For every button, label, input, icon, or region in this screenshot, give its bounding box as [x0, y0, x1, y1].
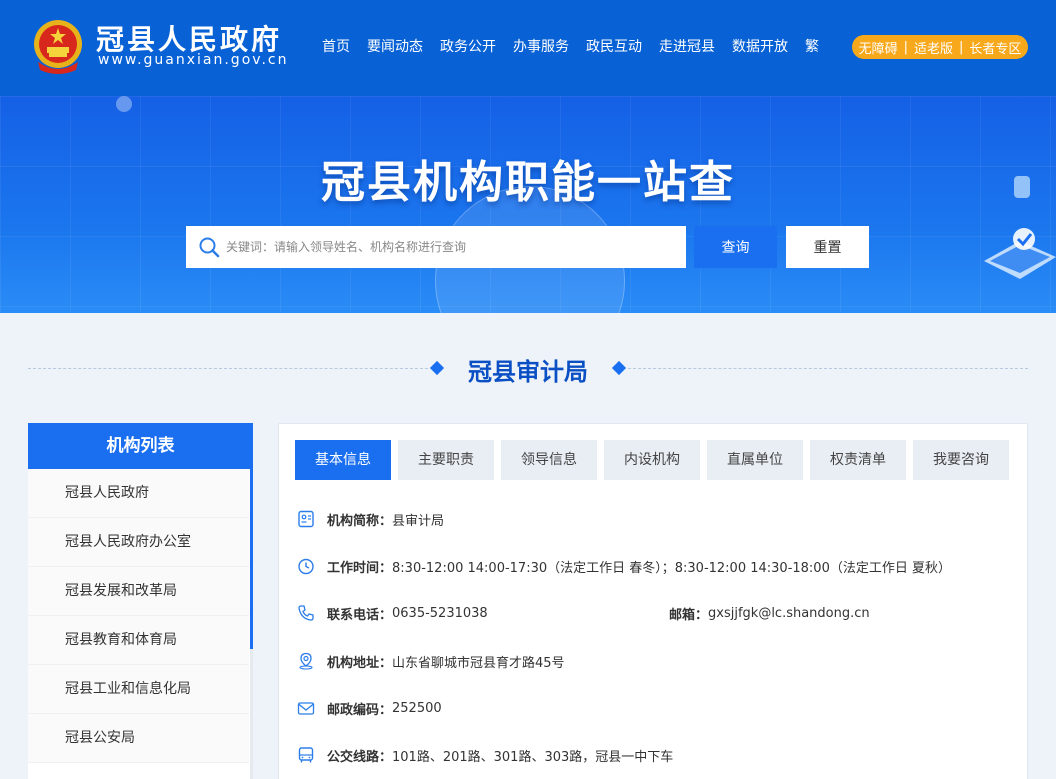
national-emblem-icon[interactable] [32, 18, 84, 74]
phone-icon [298, 605, 314, 621]
tab-power-list[interactable]: 权责清单 [810, 440, 906, 480]
list-item[interactable]: 冠县公安局 [28, 714, 249, 763]
nav-gov-affairs[interactable]: 政务公开 [440, 36, 496, 56]
list-item[interactable]: 冠县教育和体育局 [28, 616, 249, 665]
agency-detail-panel: 基本信息 主要职责 领导信息 内设机构 直属单位 权责清单 我要咨询 机构简称：… [278, 423, 1028, 779]
agency-list: 冠县人民政府 冠县人民政府办公室 冠县发展和改革局 冠县教育和体育局 冠县工业和… [28, 469, 253, 763]
separator: | [959, 39, 964, 55]
search-input[interactable] [226, 240, 666, 254]
section-title: 冠县审计局 [468, 358, 588, 386]
checkmark-device-icon [984, 228, 1056, 279]
nav-services[interactable]: 办事服务 [513, 36, 569, 56]
bus-icon [298, 747, 314, 763]
search-banner: 冠县机构职能一站查 查询 重置 [0, 96, 1056, 313]
list-item[interactable]: 冠县发展和改革局 [28, 567, 249, 616]
info-work-hours: 工作时间： 8:30-12:00 14:00-17:30（法定工作日 春冬）；8… [297, 555, 951, 577]
query-button[interactable]: 查询 [694, 226, 777, 268]
elderly-version-link[interactable]: 适老版 [914, 38, 953, 57]
info-label: 机构简称： [327, 513, 393, 529]
sidebar-scrollbar-thumb[interactable] [250, 469, 253, 649]
separator: | [903, 39, 908, 55]
tab-leaders[interactable]: 领导信息 [501, 440, 597, 480]
envelope-icon [297, 702, 315, 715]
info-value: 0635-5231038 [392, 605, 488, 621]
search-box [186, 226, 686, 268]
main-nav: 首页 要闻动态 政务公开 办事服务 政民互动 走进冠县 数据开放 繁 [322, 36, 827, 56]
info-short-name: 机构简称： 县审计局 [297, 508, 444, 530]
info-label: 工作时间： [327, 560, 393, 576]
nav-about-county[interactable]: 走进冠县 [659, 36, 715, 56]
reset-button[interactable]: 重置 [786, 226, 869, 268]
tab-subordinate-units[interactable]: 直属单位 [707, 440, 803, 480]
detail-tabs: 基本信息 主要职责 领导信息 内设机构 直属单位 权责清单 我要咨询 [295, 440, 1016, 480]
clock-icon [298, 558, 314, 575]
tab-internal-units[interactable]: 内设机构 [604, 440, 700, 480]
nav-news[interactable]: 要闻动态 [367, 36, 423, 56]
id-card-icon [298, 510, 314, 528]
info-label: 邮政编码： [327, 702, 393, 718]
list-item[interactable]: 冠县人民政府 [28, 469, 249, 518]
location-pin-icon [299, 652, 313, 670]
info-email: 邮箱： gxsjjfgk@lc.shandong.cn [669, 602, 870, 624]
info-label: 邮箱： [669, 607, 709, 623]
traditional-chinese-toggle[interactable]: 繁 [805, 36, 819, 56]
info-value: 8:30-12:00 14:00-17:30（法定工作日 春冬）；8:30-12… [392, 560, 951, 576]
site-header: 冠县人民政府 www.guanxian.gov.cn 首页 要闻动态 政务公开 … [0, 0, 1056, 96]
info-address: 机构地址： 山东省聊城市冠县育才路45号 [297, 650, 565, 672]
list-item[interactable]: 冠县工业和信息化局 [28, 665, 249, 714]
info-value[interactable]: gxsjjfgk@lc.shandong.cn [708, 606, 870, 621]
site-url: www.guanxian.gov.cn [98, 52, 289, 68]
info-label: 机构地址： [327, 655, 393, 671]
tab-basic-info[interactable]: 基本信息 [295, 440, 391, 480]
senior-zone-link[interactable]: 长者专区 [969, 38, 1021, 57]
tab-main-duties[interactable]: 主要职责 [398, 440, 494, 480]
list-item[interactable]: 冠县人民政府办公室 [28, 518, 249, 567]
banner-title: 冠县机构职能一站查 [321, 157, 735, 208]
sidebar-title: 机构列表 [28, 423, 253, 469]
search-icon [199, 237, 220, 258]
banner-decoration-dot [116, 96, 132, 112]
nav-open-data[interactable]: 数据开放 [732, 36, 788, 56]
info-value: 101路、201路、301路、303路，冠县一中下车 [392, 749, 674, 765]
nav-interaction[interactable]: 政民互动 [586, 36, 642, 56]
info-label: 公交线路： [327, 749, 393, 765]
info-value: 山东省聊城市冠县育才路45号 [392, 655, 565, 671]
tab-consult[interactable]: 我要咨询 [913, 440, 1009, 480]
info-label: 联系电话： [327, 607, 393, 623]
accessibility-bar: 无障碍 | 适老版 | 长者专区 [852, 35, 1028, 59]
info-phone: 联系电话： 0635-5231038 [297, 602, 488, 624]
agency-sidebar: 机构列表 冠县人民政府 冠县人民政府办公室 冠县发展和改革局 冠县教育和体育局 … [28, 423, 253, 779]
info-postcode: 邮政编码： 252500 [297, 697, 442, 719]
info-value: 县审计局 [392, 513, 445, 529]
divider [628, 368, 1028, 369]
info-bus-lines: 公交线路： 101路、201路、301路、303路，冠县一中下车 [297, 744, 673, 766]
info-value: 252500 [392, 700, 442, 716]
accessibility-link[interactable]: 无障碍 [859, 38, 898, 57]
nav-home[interactable]: 首页 [322, 36, 350, 56]
divider [28, 368, 428, 369]
